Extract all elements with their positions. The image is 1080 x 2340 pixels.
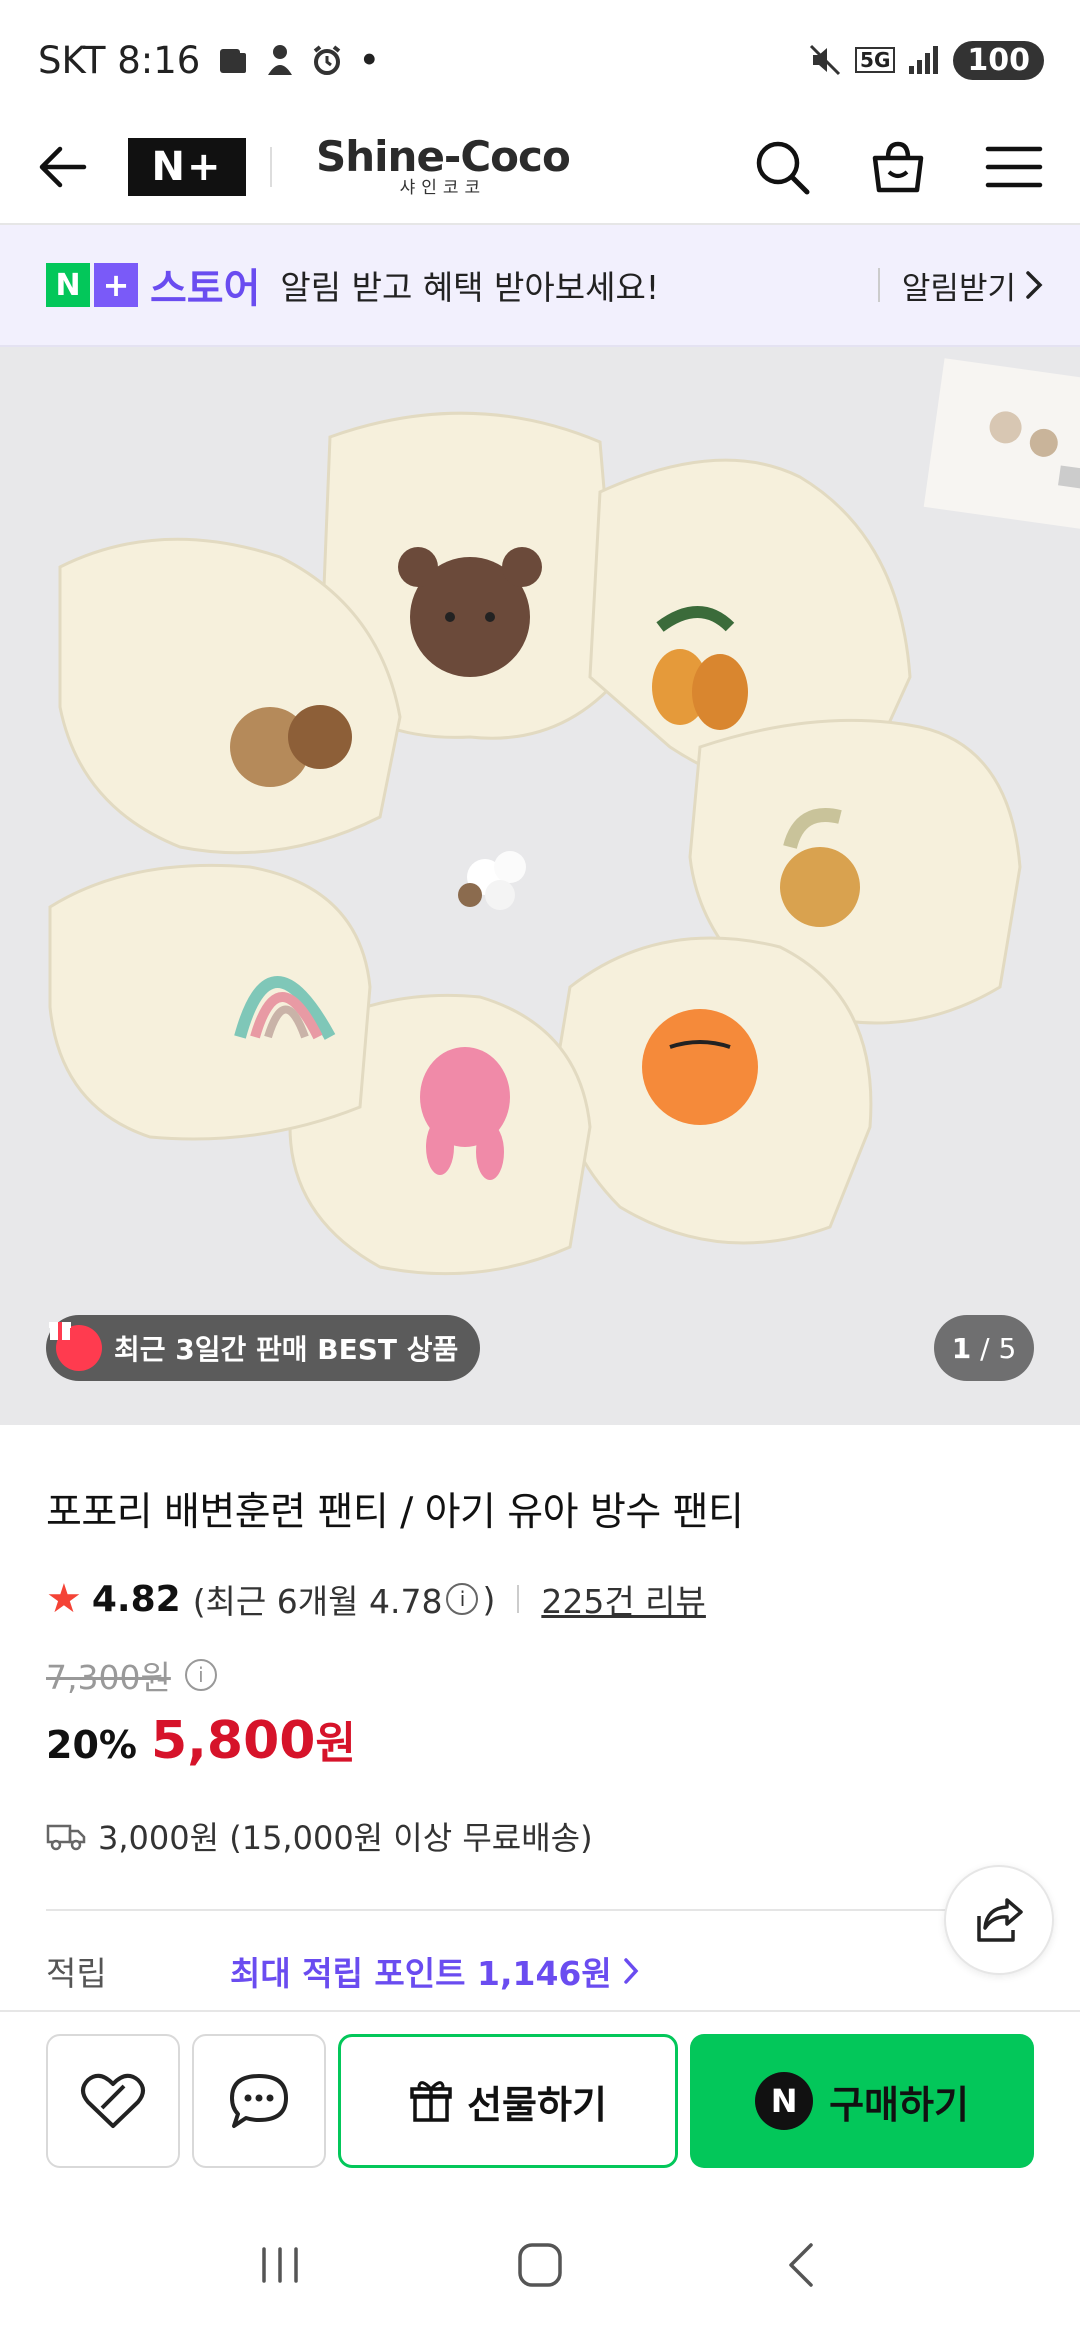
recent-apps-button[interactable] <box>235 2220 325 2310</box>
nplus-logo[interactable]: N+ <box>128 137 246 196</box>
battery-indicator: 100 <box>953 40 1044 80</box>
product-image-carousel[interactable]: 최근 3일간 판매 BEST 상품 1 / 5 <box>0 347 1080 1425</box>
price-info-icon[interactable]: i <box>184 1659 217 1691</box>
product-info: 포포리 배변훈련 팬티 / 아기 유아 방수 팬티 ★ 4.82 (최근 6개월… <box>46 1425 1036 1995</box>
star-icon: ★ <box>46 1576 82 1622</box>
home-button[interactable] <box>495 2220 585 2310</box>
product-photo <box>0 347 1080 1425</box>
recent-rating-text: (최근 6개월 4.78 <box>192 1582 443 1621</box>
nplus-store-logo: N + 스토어 <box>46 256 260 314</box>
gift-icon <box>410 2081 452 2122</box>
store-banner-divider <box>877 268 880 302</box>
carrier-time: SKT 8:16 <box>38 38 201 82</box>
home-icon <box>518 2243 562 2287</box>
subscribe-alerts-label: 알림받기 <box>901 270 1016 307</box>
person-icon <box>268 45 293 75</box>
chat-button[interactable] <box>192 2034 326 2168</box>
best-seller-label: 최근 3일간 판매 BEST 상품 <box>114 1333 459 1366</box>
rating-row: ★ 4.82 (최근 6개월 4.78 i ) 225건 리뷰 <box>46 1575 1036 1623</box>
delivery-truck-icon <box>46 1824 86 1851</box>
points-label: 적립 <box>46 1954 107 1993</box>
shipping-fee: 3,000원 (15,000원 이상 무료배송) <box>98 1819 593 1857</box>
purchase-action-bar: 선물하기 N 구매하기 <box>0 2010 1080 2190</box>
brand-name: Shine-Coco <box>316 132 571 181</box>
system-back-button[interactable] <box>755 2220 845 2310</box>
network-type: 5G <box>855 47 896 73</box>
mute-icon <box>809 44 841 76</box>
original-price: 7,300원 <box>46 1658 171 1697</box>
shopping-bag-icon <box>872 141 924 192</box>
brand-subtitle: 샤인코코 <box>399 178 487 198</box>
brand-logo[interactable]: Shine-Coco 샤인코코 <box>316 132 571 198</box>
original-price-row: 7,300원 i <box>46 1651 1036 1699</box>
status-bar: SKT 8:16 • 5G 100 <box>0 0 1080 120</box>
search-button[interactable] <box>752 137 812 197</box>
notification-dot: • <box>358 38 381 82</box>
arrow-left-icon <box>39 146 87 187</box>
search-icon <box>756 141 810 194</box>
rating-score: 4.82 <box>91 1578 181 1620</box>
gift-button[interactable]: 선물하기 <box>338 2034 678 2168</box>
page-total: / 5 <box>980 1331 1017 1365</box>
info-icon[interactable]: i <box>446 1583 479 1615</box>
section-divider <box>46 1909 1036 1911</box>
share-button[interactable] <box>944 1865 1054 1975</box>
chevron-left-icon <box>789 2243 813 2287</box>
sale-price-row: 20% 5,800 원 <box>46 1707 1036 1771</box>
chevron-right-icon <box>1026 271 1043 299</box>
shipping-row: 3,000원 (15,000원 이상 무료배송) <box>46 1813 1036 1859</box>
buy-button[interactable]: N 구매하기 <box>690 2034 1034 2168</box>
menu-button[interactable] <box>984 137 1044 197</box>
app-header: N+ Shine-Coco 샤인코코 <box>0 110 1080 225</box>
back-button[interactable] <box>36 132 106 202</box>
cart-button[interactable] <box>868 137 928 197</box>
image-page-counter: 1 / 5 <box>934 1315 1034 1381</box>
share-icon <box>977 1898 1023 1942</box>
system-nav-bar <box>0 2190 1080 2340</box>
naver-pay-logo: N <box>755 2072 814 2130</box>
wishlist-button[interactable] <box>46 2034 180 2168</box>
chat-bubble-icon <box>230 2074 288 2128</box>
heart-icon <box>81 2073 145 2128</box>
alarm-icon <box>314 45 341 75</box>
rating-divider <box>517 1585 520 1613</box>
product-title: 포포리 배변훈련 팬티 / 아기 유아 방수 팬티 <box>46 1490 744 1535</box>
buy-button-label: 구매하기 <box>829 2082 969 2127</box>
store-logo-n: N <box>46 263 90 307</box>
max-points-value: 최대 적립 포인트 1,146원 <box>230 1954 612 1993</box>
points-row[interactable]: 적립 최대 적립 포인트 1,146원 <box>46 1947 1036 1995</box>
recent-rating-close: ) <box>482 1579 496 1619</box>
sale-price: 5,800 <box>150 1711 316 1771</box>
best-seller-badge: 최근 3일간 판매 BEST 상품 <box>46 1315 481 1381</box>
store-logo-plus: + <box>94 263 138 307</box>
media-icon <box>220 49 247 73</box>
gift-button-label: 선물하기 <box>467 2082 607 2127</box>
hamburger-icon <box>985 146 1043 187</box>
store-name: 스토어 <box>150 266 261 312</box>
subscribe-alerts-link[interactable]: 알림받기 <box>902 263 1044 308</box>
recent-apps-icon <box>262 2247 298 2283</box>
chevron-right-icon <box>623 1958 639 1984</box>
store-notice-banner[interactable]: N + 스토어 알림 받고 혜택 받아보세요! 알림받기 <box>0 225 1080 347</box>
review-count-link[interactable]: 225건 리뷰 <box>541 1575 706 1623</box>
max-points-link[interactable]: 최대 적립 포인트 1,146원 <box>230 1947 640 1995</box>
store-notice-message: 알림 받고 혜택 받아보세요! <box>280 268 660 307</box>
gift-box-icon <box>49 1322 102 1371</box>
discount-rate: 20% <box>46 1723 137 1767</box>
sale-price-unit: 원 <box>315 1718 356 1769</box>
header-divider <box>270 146 272 187</box>
page-current: 1 <box>951 1331 972 1365</box>
signal-icon <box>909 46 939 74</box>
